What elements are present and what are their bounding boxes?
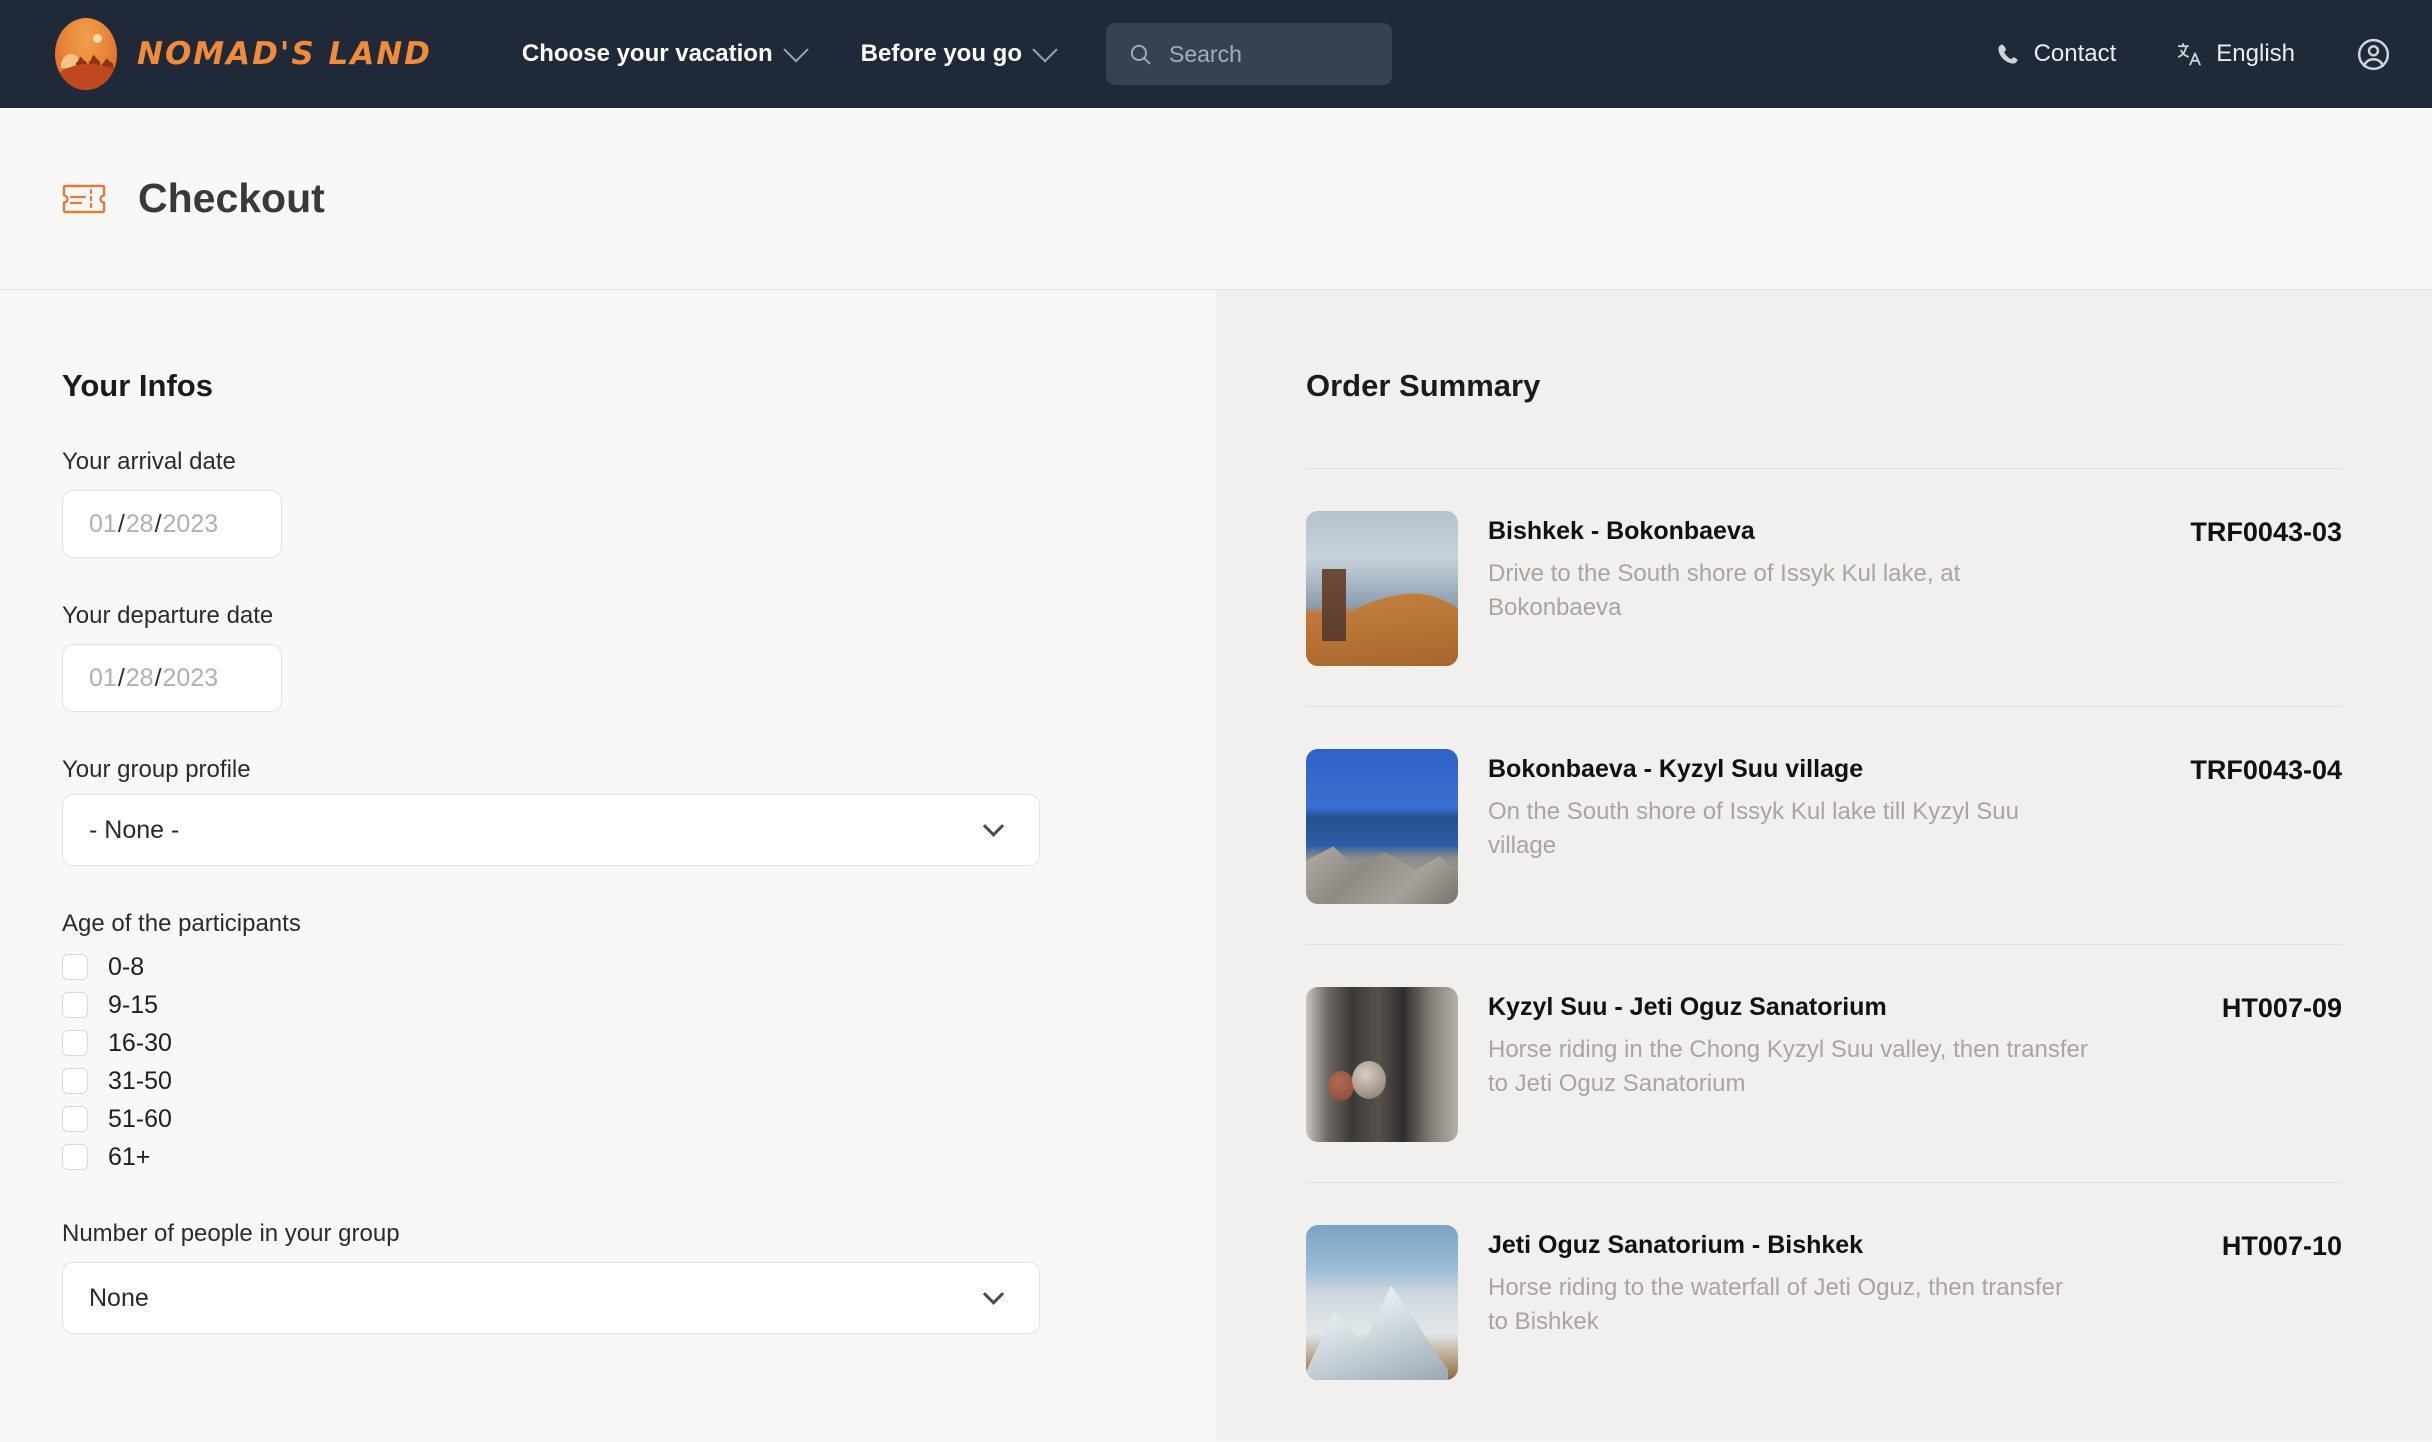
age-label-51-60: 51-60 xyxy=(108,1104,172,1133)
order-item[interactable]: Bishkek - Bokonbaeva Drive to the South … xyxy=(1306,469,2342,706)
age-checkbox-16-30[interactable] xyxy=(62,1030,88,1056)
group-size-value: None xyxy=(89,1283,149,1312)
nav-before-you-go[interactable]: Before you go xyxy=(860,37,1058,68)
order-item[interactable]: Bokonbaeva - Kyzyl Suu village On the So… xyxy=(1306,707,2342,944)
page-header: Checkout xyxy=(0,108,2432,290)
order-item-code: HT007-10 xyxy=(2221,1231,2342,1261)
arrival-date-input[interactable]: 01 / 28 / 2023 xyxy=(62,490,282,558)
departure-month: 01 xyxy=(89,663,117,692)
language-label: English xyxy=(2216,40,2295,67)
age-checkbox-31-50[interactable] xyxy=(62,1068,88,1094)
order-item-code: TRF0043-03 xyxy=(2190,517,2342,547)
nav-choose-your-vacation[interactable]: Choose your vacation xyxy=(521,37,809,68)
nomads-land-logo-icon xyxy=(55,18,117,90)
age-option-0-8[interactable]: 0-8 xyxy=(62,948,1154,986)
age-checkbox-group: 0-8 9-15 16-30 31-50 51-60 61+ xyxy=(62,948,1154,1176)
arrival-date-label: Your arrival date xyxy=(62,448,236,475)
age-checkbox-61-plus[interactable] xyxy=(62,1144,88,1170)
ticket-icon xyxy=(62,184,106,213)
age-option-31-50[interactable]: 31-50 xyxy=(62,1062,1154,1100)
nav-right-group: Contact English xyxy=(1995,36,2392,73)
chevron-down-icon xyxy=(782,37,809,63)
group-profile-select[interactable]: - None - xyxy=(62,794,1040,866)
age-checkbox-9-15[interactable] xyxy=(62,992,88,1018)
your-infos-form: Your Infos Your arrival date 01 / 28 / 2… xyxy=(0,290,1216,1441)
group-profile-label: Your group profile xyxy=(62,756,251,783)
page-content: Your Infos Your arrival date 01 / 28 / 2… xyxy=(0,290,2432,1441)
chevron-down-icon xyxy=(1032,37,1058,63)
chevron-down-icon xyxy=(982,1283,1005,1305)
departure-date-label: Your departure date xyxy=(62,602,274,629)
age-label-16-30: 16-30 xyxy=(108,1028,172,1057)
order-item-thumbnail xyxy=(1306,987,1458,1142)
nav-before-you-go-label: Before you go xyxy=(860,40,1022,67)
nav-choose-your-vacation-label: Choose your vacation xyxy=(521,40,773,67)
age-checkbox-0-8[interactable] xyxy=(62,954,88,980)
order-summary-panel: Order Summary Bishkek - Bokonbaeva Drive… xyxy=(1216,290,2432,1441)
age-label-61-plus: 61+ xyxy=(108,1142,151,1171)
user-avatar-icon xyxy=(2357,38,2390,70)
order-item-description: Drive to the South shore of Issyk Kul la… xyxy=(1488,560,1961,622)
brand-name: NOMAD'S LAND xyxy=(137,36,432,72)
search-placeholder: Search xyxy=(1168,40,1242,67)
group-profile-value: - None - xyxy=(89,815,180,844)
arrival-sep-2: / xyxy=(154,509,162,538)
arrival-month: 01 xyxy=(89,509,117,538)
order-item-thumbnail xyxy=(1306,1225,1458,1380)
departure-day: 28 xyxy=(125,663,154,692)
age-of-participants-label: Age of the participants xyxy=(62,910,301,937)
order-item-code: TRF0043-04 xyxy=(2190,755,2342,785)
age-option-16-30[interactable]: 16-30 xyxy=(62,1024,1154,1062)
phone-icon xyxy=(1998,44,2018,64)
page-title: Checkout xyxy=(138,175,325,221)
departure-year: 2023 xyxy=(162,663,219,692)
primary-nav: Choose your vacation Before you go xyxy=(521,37,1058,68)
group-size-select[interactable]: None xyxy=(62,1262,1040,1334)
search-input[interactable]: Search xyxy=(1105,23,1392,85)
order-item-thumbnail xyxy=(1306,511,1458,666)
age-label-31-50: 31-50 xyxy=(108,1066,172,1095)
order-summary-heading: Order Summary xyxy=(1306,368,1541,403)
order-item-title: Bokonbaeva - Kyzyl Suu village xyxy=(1488,755,1864,783)
translate-icon xyxy=(2178,42,2202,66)
your-infos-heading: Your Infos xyxy=(62,368,213,403)
contact-link[interactable]: Contact xyxy=(1995,40,2117,68)
arrival-sep-1: / xyxy=(117,509,125,538)
age-option-9-15[interactable]: 9-15 xyxy=(62,986,1154,1024)
age-checkbox-51-60[interactable] xyxy=(62,1106,88,1132)
departure-date-input[interactable]: 01 / 28 / 2023 xyxy=(62,644,282,712)
departure-sep-1: / xyxy=(117,663,125,692)
age-label-9-15: 9-15 xyxy=(108,990,159,1019)
order-item-description: Horse riding to the waterfall of Jeti Og… xyxy=(1488,1274,2063,1336)
account-button[interactable] xyxy=(2355,36,2392,73)
order-item[interactable]: Jeti Oguz Sanatorium - Bishkek Horse rid… xyxy=(1306,1183,2342,1420)
brand-logo-link[interactable]: NOMAD'S LAND xyxy=(55,18,432,90)
search-icon xyxy=(1130,44,1151,64)
order-item-title: Kyzyl Suu - Jeti Oguz Sanatorium xyxy=(1488,993,1887,1021)
top-navbar: NOMAD'S LAND Choose your vacation Before… xyxy=(0,0,2432,108)
contact-label: Contact xyxy=(2033,40,2117,67)
group-size-label: Number of people in your group xyxy=(62,1220,400,1247)
order-item-description: Horse riding in the Chong Kyzyl Suu vall… xyxy=(1488,1036,2088,1098)
departure-sep-2: / xyxy=(154,663,162,692)
arrival-day: 28 xyxy=(125,509,154,538)
age-label-0-8: 0-8 xyxy=(108,952,145,981)
age-option-51-60[interactable]: 51-60 xyxy=(62,1100,1154,1138)
order-item-title: Bishkek - Bokonbaeva xyxy=(1488,517,1755,545)
order-item-title: Jeti Oguz Sanatorium - Bishkek xyxy=(1488,1231,1864,1259)
order-item[interactable]: Kyzyl Suu - Jeti Oguz Sanatorium Horse r… xyxy=(1306,945,2342,1182)
arrival-year: 2023 xyxy=(162,509,219,538)
language-selector[interactable]: English xyxy=(2176,40,2295,68)
order-item-code: HT007-09 xyxy=(2221,993,2342,1023)
chevron-down-icon xyxy=(982,815,1005,837)
age-option-61-plus[interactable]: 61+ xyxy=(62,1138,1154,1176)
order-item-thumbnail xyxy=(1306,749,1458,904)
order-item-description: On the South shore of Issyk Kul lake til… xyxy=(1488,798,2019,860)
